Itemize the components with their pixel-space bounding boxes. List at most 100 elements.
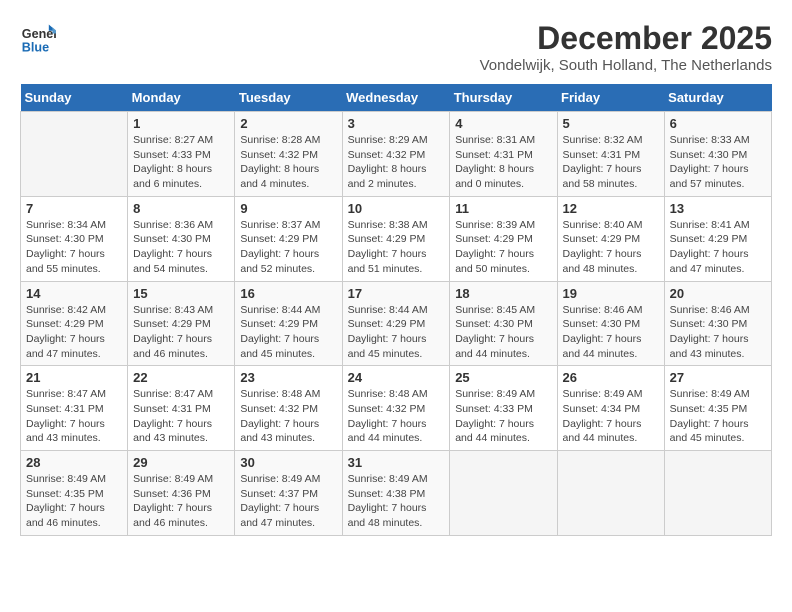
day-info: Sunrise: 8:48 AMSunset: 4:32 PMDaylight:…: [240, 387, 336, 446]
calendar-cell: 7Sunrise: 8:34 AMSunset: 4:30 PMDaylight…: [21, 196, 128, 281]
day-number: 17: [348, 286, 445, 301]
day-info: Sunrise: 8:40 AMSunset: 4:29 PMDaylight:…: [563, 218, 659, 277]
day-number: 25: [455, 370, 551, 385]
calendar-cell: 28Sunrise: 8:49 AMSunset: 4:35 PMDayligh…: [21, 451, 128, 536]
day-info: Sunrise: 8:31 AMSunset: 4:31 PMDaylight:…: [455, 133, 551, 192]
calendar-cell: 26Sunrise: 8:49 AMSunset: 4:34 PMDayligh…: [557, 366, 664, 451]
svg-text:Blue: Blue: [22, 41, 49, 55]
weekday-header: Friday: [557, 84, 664, 112]
calendar-cell: 8 Sunrise: 8:36 AMSunset: 4:30 PMDaylight…: [128, 196, 235, 281]
day-info: Sunrise: 8:36 AMSunset: 4:30 PMDaylight:…: [133, 218, 229, 277]
calendar-cell: 30Sunrise: 8:49 AMSunset: 4:37 PMDayligh…: [235, 451, 342, 536]
day-info: Sunrise: 8:28 AMSunset: 4:32 PMDaylight:…: [240, 133, 336, 192]
calendar-week-row: 7Sunrise: 8:34 AMSunset: 4:30 PMDaylight…: [21, 196, 772, 281]
day-number: 1: [133, 116, 229, 131]
day-number: 4: [455, 116, 551, 131]
page-subtitle: Vondelwijk, South Holland, The Netherlan…: [480, 57, 772, 74]
calendar-cell: 13 Sunrise: 8:41 AMSunset: 4:29 PMDayligh…: [664, 196, 771, 281]
day-number: 31: [348, 455, 445, 470]
day-number: 20: [670, 286, 766, 301]
day-info: Sunrise: 8:45 AMSunset: 4:30 PMDaylight:…: [455, 303, 551, 362]
calendar-cell: 24Sunrise: 8:48 AMSunset: 4:32 PMDayligh…: [342, 366, 450, 451]
day-number: 5: [563, 116, 659, 131]
day-number: 22: [133, 370, 229, 385]
calendar-cell: [664, 451, 771, 536]
day-number: 11: [455, 201, 551, 216]
calendar-cell: 3 Sunrise: 8:29 AMSunset: 4:32 PMDaylight…: [342, 112, 450, 197]
day-info: Sunrise: 8:37 AMSunset: 4:29 PMDaylight:…: [240, 218, 336, 277]
day-number: 12: [563, 201, 659, 216]
calendar-cell: 11 Sunrise: 8:39 AMSunset: 4:29 PMDayligh…: [450, 196, 557, 281]
calendar-week-row: 21 Sunrise: 8:47 AMSunset: 4:31 PMDayligh…: [21, 366, 772, 451]
calendar-cell: [21, 112, 128, 197]
calendar-cell: 18 Sunrise: 8:45 AMSunset: 4:30 PMDayligh…: [450, 281, 557, 366]
calendar-cell: 1 Sunrise: 8:27 AMSunset: 4:33 PMDaylight…: [128, 112, 235, 197]
calendar-cell: 25Sunrise: 8:49 AMSunset: 4:33 PMDayligh…: [450, 366, 557, 451]
day-info: Sunrise: 8:47 AMSunset: 4:31 PMDaylight:…: [133, 387, 229, 446]
day-info: Sunrise: 8:29 AMSunset: 4:32 PMDaylight:…: [348, 133, 445, 192]
calendar-cell: 6 Sunrise: 8:33 AMSunset: 4:30 PMDaylight…: [664, 112, 771, 197]
day-number: 10: [348, 201, 445, 216]
calendar-cell: [557, 451, 664, 536]
day-info: Sunrise: 8:49 AMSunset: 4:38 PMDaylight:…: [348, 472, 445, 531]
day-info: Sunrise: 8:34 AMSunset: 4:30 PMDaylight:…: [26, 218, 122, 277]
weekday-header-row: SundayMondayTuesdayWednesdayThursdayFrid…: [21, 84, 772, 112]
calendar-cell: 9 Sunrise: 8:37 AMSunset: 4:29 PMDaylight…: [235, 196, 342, 281]
day-info: Sunrise: 8:47 AMSunset: 4:31 PMDaylight:…: [26, 387, 122, 446]
title-area: December 2025 Vondelwijk, South Holland,…: [480, 20, 772, 74]
day-number: 18: [455, 286, 551, 301]
day-number: 24: [348, 370, 445, 385]
day-info: Sunrise: 8:49 AMSunset: 4:34 PMDaylight:…: [563, 387, 659, 446]
day-info: Sunrise: 8:49 AMSunset: 4:35 PMDaylight:…: [670, 387, 766, 446]
page-title: December 2025: [480, 20, 772, 57]
day-info: Sunrise: 8:44 AMSunset: 4:29 PMDaylight:…: [240, 303, 336, 362]
calendar-cell: 5 Sunrise: 8:32 AMSunset: 4:31 PMDaylight…: [557, 112, 664, 197]
day-number: 19: [563, 286, 659, 301]
weekday-header: Wednesday: [342, 84, 450, 112]
day-number: 13: [670, 201, 766, 216]
day-info: Sunrise: 8:32 AMSunset: 4:31 PMDaylight:…: [563, 133, 659, 192]
calendar-cell: 2Sunrise: 8:28 AMSunset: 4:32 PMDaylight…: [235, 112, 342, 197]
day-number: 21: [26, 370, 122, 385]
day-info: Sunrise: 8:33 AMSunset: 4:30 PMDaylight:…: [670, 133, 766, 192]
calendar-cell: 22 Sunrise: 8:47 AMSunset: 4:31 PMDayligh…: [128, 366, 235, 451]
calendar-week-row: 14 Sunrise: 8:42 AMSunset: 4:29 PMDayligh…: [21, 281, 772, 366]
day-number: 9: [240, 201, 336, 216]
day-info: Sunrise: 8:49 AMSunset: 4:36 PMDaylight:…: [133, 472, 229, 531]
day-number: 27: [670, 370, 766, 385]
calendar-cell: 29Sunrise: 8:49 AMSunset: 4:36 PMDayligh…: [128, 451, 235, 536]
calendar-cell: 15Sunrise: 8:43 AMSunset: 4:29 PMDayligh…: [128, 281, 235, 366]
day-info: Sunrise: 8:39 AMSunset: 4:29 PMDaylight:…: [455, 218, 551, 277]
calendar-cell: [450, 451, 557, 536]
page-header: General Blue December 2025 Vondelwijk, S…: [20, 20, 772, 74]
day-info: Sunrise: 8:42 AMSunset: 4:29 PMDaylight:…: [26, 303, 122, 362]
logo: General Blue: [20, 20, 56, 56]
day-number: 23: [240, 370, 336, 385]
calendar-cell: 31 Sunrise: 8:49 AMSunset: 4:38 PMDayligh…: [342, 451, 450, 536]
calendar-cell: 14 Sunrise: 8:42 AMSunset: 4:29 PMDayligh…: [21, 281, 128, 366]
day-number: 8: [133, 201, 229, 216]
calendar-cell: 16Sunrise: 8:44 AMSunset: 4:29 PMDayligh…: [235, 281, 342, 366]
day-number: 14: [26, 286, 122, 301]
day-info: Sunrise: 8:43 AMSunset: 4:29 PMDaylight:…: [133, 303, 229, 362]
calendar-week-row: 1 Sunrise: 8:27 AMSunset: 4:33 PMDaylight…: [21, 112, 772, 197]
day-info: Sunrise: 8:46 AMSunset: 4:30 PMDaylight:…: [670, 303, 766, 362]
calendar-cell: 21 Sunrise: 8:47 AMSunset: 4:31 PMDayligh…: [21, 366, 128, 451]
day-info: Sunrise: 8:46 AMSunset: 4:30 PMDaylight:…: [563, 303, 659, 362]
calendar-cell: 19 Sunrise: 8:46 AMSunset: 4:30 PMDayligh…: [557, 281, 664, 366]
calendar-cell: 12 Sunrise: 8:40 AMSunset: 4:29 PMDayligh…: [557, 196, 664, 281]
day-info: Sunrise: 8:44 AMSunset: 4:29 PMDaylight:…: [348, 303, 445, 362]
weekday-header: Tuesday: [235, 84, 342, 112]
calendar-cell: 27 Sunrise: 8:49 AMSunset: 4:35 PMDayligh…: [664, 366, 771, 451]
calendar-cell: 17 Sunrise: 8:44 AMSunset: 4:29 PMDayligh…: [342, 281, 450, 366]
calendar-cell: 20 Sunrise: 8:46 AMSunset: 4:30 PMDayligh…: [664, 281, 771, 366]
calendar-cell: 4 Sunrise: 8:31 AMSunset: 4:31 PMDaylight…: [450, 112, 557, 197]
weekday-header: Thursday: [450, 84, 557, 112]
day-number: 3: [348, 116, 445, 131]
calendar-table: SundayMondayTuesdayWednesdayThursdayFrid…: [20, 84, 772, 536]
weekday-header: Sunday: [21, 84, 128, 112]
calendar-cell: 23 Sunrise: 8:48 AMSunset: 4:32 PMDayligh…: [235, 366, 342, 451]
day-info: Sunrise: 8:41 AMSunset: 4:29 PMDaylight:…: [670, 218, 766, 277]
day-info: Sunrise: 8:27 AMSunset: 4:33 PMDaylight:…: [133, 133, 229, 192]
day-number: 6: [670, 116, 766, 131]
